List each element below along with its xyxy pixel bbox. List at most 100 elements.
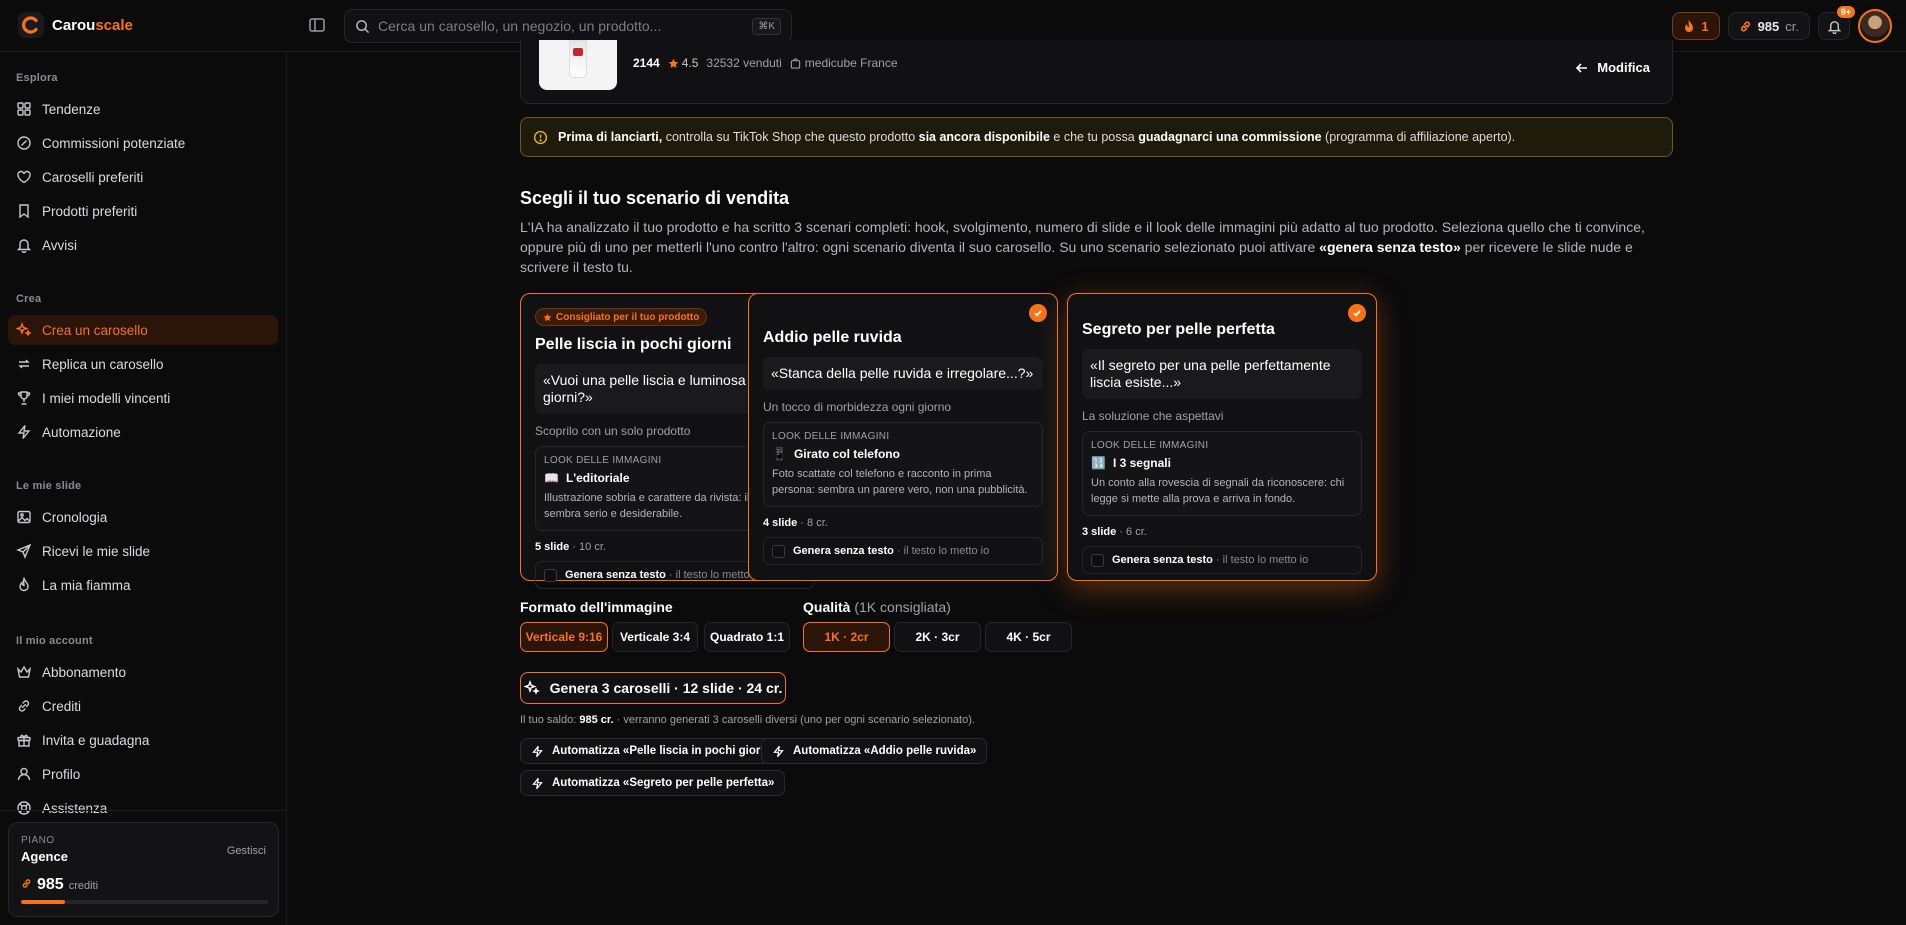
sidebar-item-replicate-carousel[interactable]: Replica un carosello	[8, 349, 278, 379]
image-icon	[16, 509, 32, 525]
scenario-card-2[interactable]: Addio pelle ruvida «Stanca della pelle r…	[748, 293, 1058, 581]
sidebar-item-invite[interactable]: Invita e guadagna	[8, 725, 278, 755]
repeat-icon	[16, 356, 32, 372]
format-option-9-16[interactable]: Verticale 9:16	[520, 622, 608, 652]
notifications-button[interactable]: 9+	[1818, 6, 1855, 40]
product-sold: 32532 venduti	[706, 56, 782, 70]
crown-icon	[16, 664, 32, 680]
sidebar-item-profile[interactable]: Profilo	[8, 759, 278, 789]
generate-button[interactable]: Genera 3 caroselli · 12 slide · 24 cr.	[520, 672, 786, 704]
search-input[interactable]	[378, 18, 745, 34]
logo-icon	[18, 12, 44, 38]
scenario-card-3[interactable]: Segreto per pelle perfetta «Il segreto p…	[1067, 293, 1377, 581]
generate-without-text-label: Genera senza testo · il testo lo metto i…	[565, 569, 762, 581]
sidebar-item-label: Automazione	[42, 424, 121, 440]
streak-button[interactable]: 1	[1672, 12, 1720, 40]
sidebar-item-label: Assistenza	[42, 800, 108, 816]
image-look-description: Un conto alla rovescia di segnali da ric…	[1091, 477, 1345, 505]
sidebar-item-subscription[interactable]: Abbonamento	[8, 657, 278, 687]
plan-manage-link[interactable]: Gestisci	[227, 845, 266, 857]
star-icon	[543, 313, 552, 322]
sidebar-item-label: Cronologia	[42, 509, 108, 525]
quality-option-2k[interactable]: 2K · 3cr	[894, 622, 981, 652]
warning-text: Prima di lanciarti, controlla su TikTok …	[558, 130, 1516, 144]
sidebar-item-support[interactable]: Assistenza	[8, 793, 278, 823]
sidebar-item-label: Crea un carosello	[42, 322, 148, 338]
sidebar-item-automation[interactable]: Automazione	[8, 417, 278, 447]
product-shop[interactable]: medicube France	[790, 56, 898, 70]
sidebar-item-receive-slides[interactable]: Ricevi le mie slide	[8, 536, 278, 566]
star-icon	[668, 58, 679, 69]
link-icon	[21, 878, 32, 889]
sidebar-item-create-carousel[interactable]: Crea un carosello	[8, 315, 278, 345]
lightning-icon	[531, 745, 544, 758]
plan-usage-bar	[21, 900, 268, 904]
product-rating: 4.5	[668, 56, 699, 70]
percent-icon	[16, 135, 32, 151]
format-option-1-1[interactable]: Quadrato 1:1	[704, 622, 790, 652]
sidebar-item-favorite-products[interactable]: Prodotti preferiti	[8, 196, 278, 226]
main-content: 2144 4.5 32532 venduti medicube France M…	[288, 40, 1906, 925]
scenario-slide-count: 3 slide · 6 cr.	[1082, 526, 1147, 538]
automate-scenario-1-button[interactable]: Automatizza «Pelle liscia in pochi giorn…	[520, 738, 788, 764]
product-rating-value: 4.5	[681, 56, 699, 70]
sidebar-item-winning-templates[interactable]: I miei modelli vincenti	[8, 383, 278, 413]
sidebar-item-boosted-commissions[interactable]: Commissioni potenziate	[8, 128, 278, 158]
scenario-title: Segreto per pelle perfetta	[1082, 321, 1275, 338]
format-option-3-4[interactable]: Verticale 3:4	[612, 622, 698, 652]
sidebar-section-my-slides: Le mie slide	[16, 480, 82, 492]
credits-button[interactable]: 985 cr.	[1727, 12, 1810, 40]
checkbox[interactable]	[1091, 553, 1104, 567]
automate-label: Automatizza «Addio pelle ruvida»	[793, 745, 977, 757]
sidebar-divider	[0, 810, 287, 811]
automate-scenario-2-button[interactable]: Automatizza «Addio pelle ruvida»	[761, 738, 988, 764]
search-icon	[355, 19, 370, 34]
send-icon	[16, 543, 32, 559]
lightning-icon	[16, 424, 32, 440]
modify-button[interactable]: Modifica	[1575, 60, 1650, 75]
top-right-controls: 1 985 cr. 9+	[1672, 6, 1892, 43]
format-label: Formato dell'immagine	[520, 599, 673, 615]
generate-without-text-label: Genera senza testo · il testo lo metto i…	[793, 545, 990, 557]
generate-button-label: Genera 3 caroselli · 12 slide · 24 cr.	[549, 680, 783, 696]
search-bar[interactable]: ⌘K	[344, 9, 792, 43]
recommended-badge: Consigliato per il tuo prodotto	[535, 308, 708, 326]
sidebar-item-label: Commissioni potenziate	[42, 135, 186, 151]
product-shop-name: medicube France	[804, 56, 898, 70]
sidebar-item-label: Invita e guadagna	[42, 732, 150, 748]
generate-without-text-toggle[interactable]: Genera senza testo · il testo lo metto i…	[1082, 546, 1362, 574]
page-title: Scegli il tuo scenario di vendita	[520, 188, 790, 208]
sidebar-section-explore: Esplora	[16, 72, 58, 84]
phone-icon: 📱	[772, 447, 787, 461]
avatar[interactable]	[1858, 9, 1892, 43]
checkbox[interactable]	[544, 568, 557, 582]
modify-label: Modifica	[1597, 60, 1650, 75]
automate-scenario-3-button[interactable]: Automatizza «Segreto per pelle perfetta»	[520, 770, 786, 796]
link-icon	[1739, 20, 1752, 33]
sidebar-toggle-icon[interactable]	[308, 16, 328, 36]
check-icon	[1029, 304, 1047, 322]
bookmark-icon	[16, 203, 32, 219]
quality-option-4k[interactable]: 4K · 5cr	[985, 622, 1072, 652]
quality-option-1k[interactable]: 1K · 2cr	[803, 622, 890, 652]
gift-icon	[16, 732, 32, 748]
automate-label: Automatizza «Segreto per pelle perfetta»	[552, 777, 775, 789]
sidebar-item-favorite-carousels[interactable]: Caroselli preferiti	[8, 162, 278, 192]
sparkles-icon	[523, 680, 540, 696]
sidebar-item-trends[interactable]: Tendenze	[8, 94, 278, 124]
product-id: 2144	[633, 56, 660, 70]
image-look-description: Foto scattate col telefono e racconto in…	[772, 468, 1028, 496]
logo[interactable]: Carouscale	[18, 12, 133, 38]
sidebar-item-alerts[interactable]: Avvisi	[8, 230, 278, 260]
page-description: L'IA ha analizzato il tuo prodotto e ha …	[520, 219, 1645, 275]
sidebar-item-my-flame[interactable]: La mia fiamma	[8, 570, 278, 600]
generate-without-text-toggle[interactable]: Genera senza testo · il testo lo metto i…	[763, 537, 1043, 565]
bell-icon	[1827, 19, 1842, 34]
sidebar-item-history[interactable]: Cronologia	[8, 502, 278, 532]
sidebar: Esplora Tendenze Commissioni potenziate …	[0, 52, 287, 925]
sidebar-item-label: I miei modelli vincenti	[42, 390, 171, 406]
numbers-icon: 🔢	[1091, 456, 1106, 470]
scenario-slide-count: 4 slide · 8 cr.	[763, 517, 828, 529]
sidebar-item-credits[interactable]: Crediti	[8, 691, 278, 721]
checkbox[interactable]	[772, 544, 785, 558]
